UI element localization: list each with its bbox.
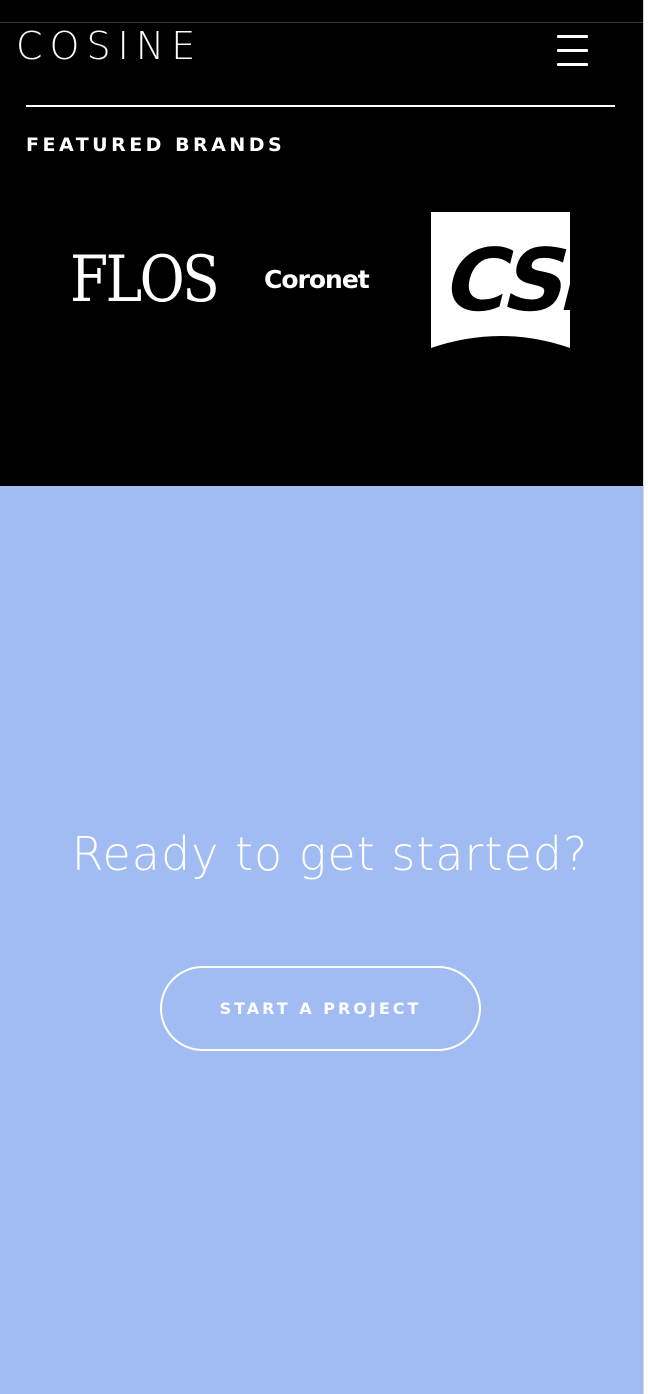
top-border xyxy=(0,22,643,23)
menu-bar xyxy=(557,35,588,38)
start-project-button[interactable]: START A PROJECT xyxy=(160,966,481,1051)
brand-logo-flos: FLOS xyxy=(70,243,220,317)
menu-bar xyxy=(557,49,588,52)
page: COSINE FEATURED BRANDS FLOS Coronet CSL … xyxy=(0,0,643,1394)
site-logo[interactable]: COSINE xyxy=(16,24,202,68)
hamburger-menu-icon[interactable] xyxy=(552,32,592,72)
cta-heading: Ready to get started? xyxy=(71,827,589,881)
scrollbar[interactable] xyxy=(643,0,648,1394)
brand-logo-coronet: Coronet xyxy=(264,265,370,294)
featured-brands-title: FEATURED BRANDS xyxy=(26,134,286,156)
csl-logo-graphic: CSL xyxy=(431,212,570,348)
featured-brands-section: COSINE FEATURED BRANDS FLOS Coronet CSL xyxy=(0,0,643,486)
cta-section xyxy=(0,486,643,1394)
menu-bar xyxy=(557,63,588,66)
section-divider xyxy=(26,105,615,107)
brand-logo-csl: CSL xyxy=(431,212,570,349)
